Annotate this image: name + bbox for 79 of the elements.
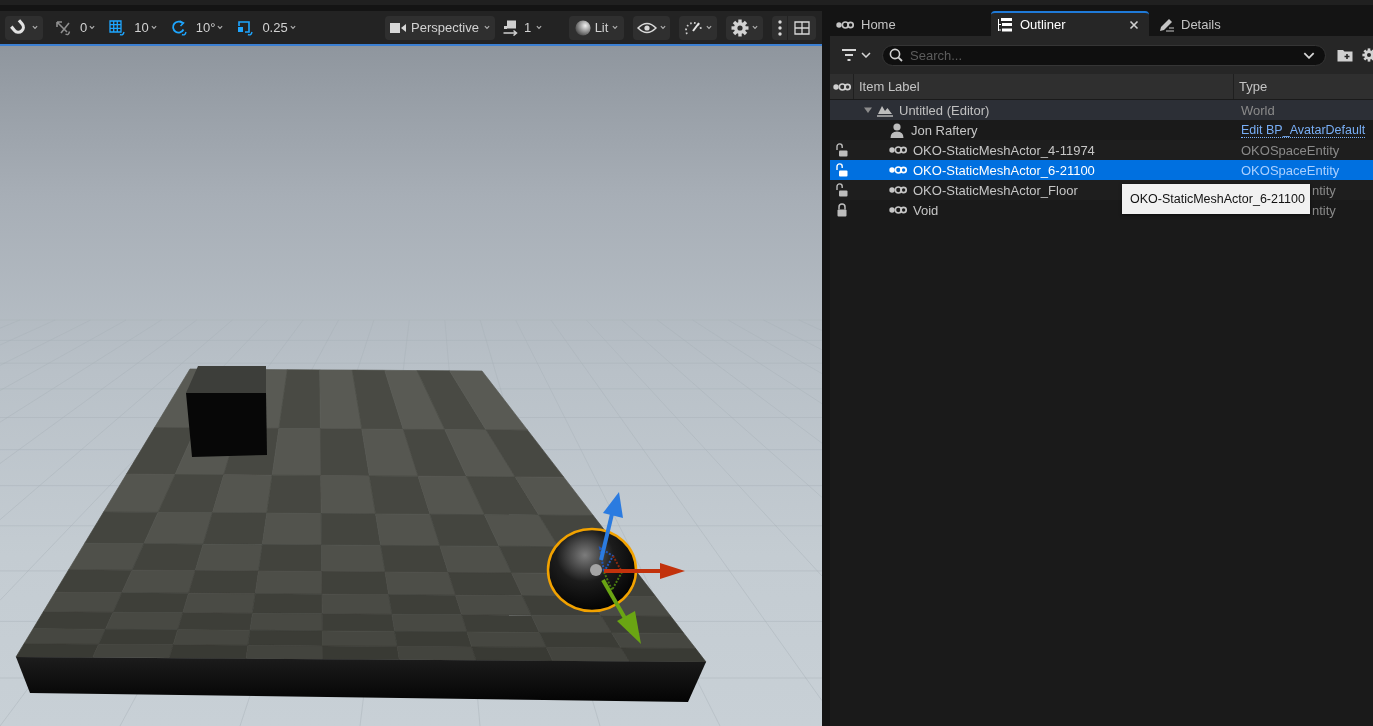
magnet-button[interactable] <box>5 15 43 40</box>
list-icon <box>997 16 1013 33</box>
outliner-row[interactable]: OKO-StaticMeshActor_6-21100 OKOSpaceEntity <box>830 160 1373 180</box>
type-label: OKOSpaceEntity <box>1241 142 1340 158</box>
sphere-icon <box>574 19 591 36</box>
view-mode-button[interactable]: Lit <box>569 15 624 40</box>
kebab-menu-icon <box>777 19 782 36</box>
caret-icon <box>612 25 619 30</box>
linked-rings-icon <box>889 205 907 215</box>
snap-button[interactable]: 0.25 <box>235 15 298 40</box>
caret-icon <box>705 25 712 30</box>
expand-arrow-icon[interactable] <box>863 105 873 115</box>
layout-button[interactable] <box>788 15 816 40</box>
caret-icon <box>289 25 296 30</box>
item-label: Jon Raftery <box>911 122 978 138</box>
outliner-row[interactable]: Untitled (Editor) World <box>830 100 1373 120</box>
pencil-icon <box>1158 16 1174 33</box>
layout-grid-icon <box>794 19 810 36</box>
column-header[interactable]: Type <box>1234 74 1373 99</box>
edit-blueprint-link[interactable]: Edit BP_AvatarDefault <box>1241 122 1366 138</box>
filter-icon <box>841 47 857 63</box>
checkered-floor-slab[interactable] <box>15 368 707 702</box>
settings-icon <box>731 18 749 37</box>
show-menu-button[interactable] <box>633 15 670 40</box>
snap-button[interactable]: 10° <box>168 15 226 40</box>
snap-button[interactable]: 10 <box>107 15 159 40</box>
video-camera-icon <box>390 21 407 34</box>
panel-tab[interactable]: Details <box>1152 11 1310 36</box>
caret-icon <box>660 25 666 30</box>
item-label: OKO-StaticMeshActor_6-21100 <box>913 162 1095 178</box>
open-lock-icon[interactable] <box>836 143 848 157</box>
gauge-menu-button[interactable] <box>679 15 717 40</box>
open-lock-icon[interactable] <box>836 163 848 177</box>
settings-button[interactable] <box>726 15 763 40</box>
column-header[interactable]: Item Label <box>854 74 1234 99</box>
item-label: OKO-StaticMeshActor_4-11974 <box>913 142 1095 158</box>
type-label: ntity <box>1312 182 1336 198</box>
linked-rings-icon <box>889 185 907 195</box>
panel-tab[interactable]: Home <box>830 11 988 36</box>
type-label: World <box>1241 102 1275 118</box>
caret-icon <box>752 25 758 30</box>
caret-icon <box>32 25 38 30</box>
lock-icon[interactable] <box>836 203 848 217</box>
open-lock-icon[interactable] <box>836 183 848 197</box>
caret-icon <box>536 25 543 30</box>
person-icon <box>889 122 905 138</box>
chevron-down-icon[interactable] <box>1303 51 1315 59</box>
sphere-mesh[interactable] <box>546 527 638 613</box>
close-icon[interactable] <box>1129 19 1139 30</box>
snap-button[interactable]: 0 <box>53 15 98 40</box>
outliner-row[interactable]: OKO-StaticMeshActor_4-11974 OKOSpaceEntity <box>830 140 1373 160</box>
linked-rings-icon <box>889 165 907 175</box>
chevron-down-icon <box>861 52 871 58</box>
more-button[interactable] <box>772 15 787 40</box>
3d-viewport[interactable] <box>0 46 822 726</box>
linked-rings-icon <box>836 19 854 30</box>
type-label: ntity <box>1312 202 1336 218</box>
linked-rings-icon <box>832 81 851 92</box>
projection-button[interactable]: Perspective <box>385 15 495 40</box>
magnet-icon <box>10 18 28 37</box>
screen-arrow-icon <box>502 19 519 36</box>
item-label: Void <box>913 202 939 218</box>
item-label: OKO-StaticMeshActor_Floor <box>913 182 1078 198</box>
settings-icon[interactable] <box>1362 48 1373 62</box>
linked-rings-icon <box>889 145 907 155</box>
caret-icon <box>150 25 157 30</box>
eye-icon <box>637 21 657 34</box>
tooltip: OKO-StaticMeshActor_6-21100 <box>1122 184 1310 214</box>
panel-tab[interactable]: Outliner <box>991 11 1149 36</box>
item-label: Untitled (Editor) <box>899 102 990 118</box>
folder-plus-icon[interactable] <box>1337 48 1353 62</box>
search-icon <box>889 48 903 62</box>
type-label: OKOSpaceEntity <box>1241 162 1340 178</box>
caret-icon <box>483 25 490 30</box>
caret-icon <box>217 25 224 30</box>
camera-speed-button[interactable]: 1 <box>500 15 545 40</box>
caret-icon <box>89 25 96 30</box>
cube-mesh[interactable] <box>186 366 267 457</box>
transform-gizmo[interactable] <box>590 492 685 644</box>
